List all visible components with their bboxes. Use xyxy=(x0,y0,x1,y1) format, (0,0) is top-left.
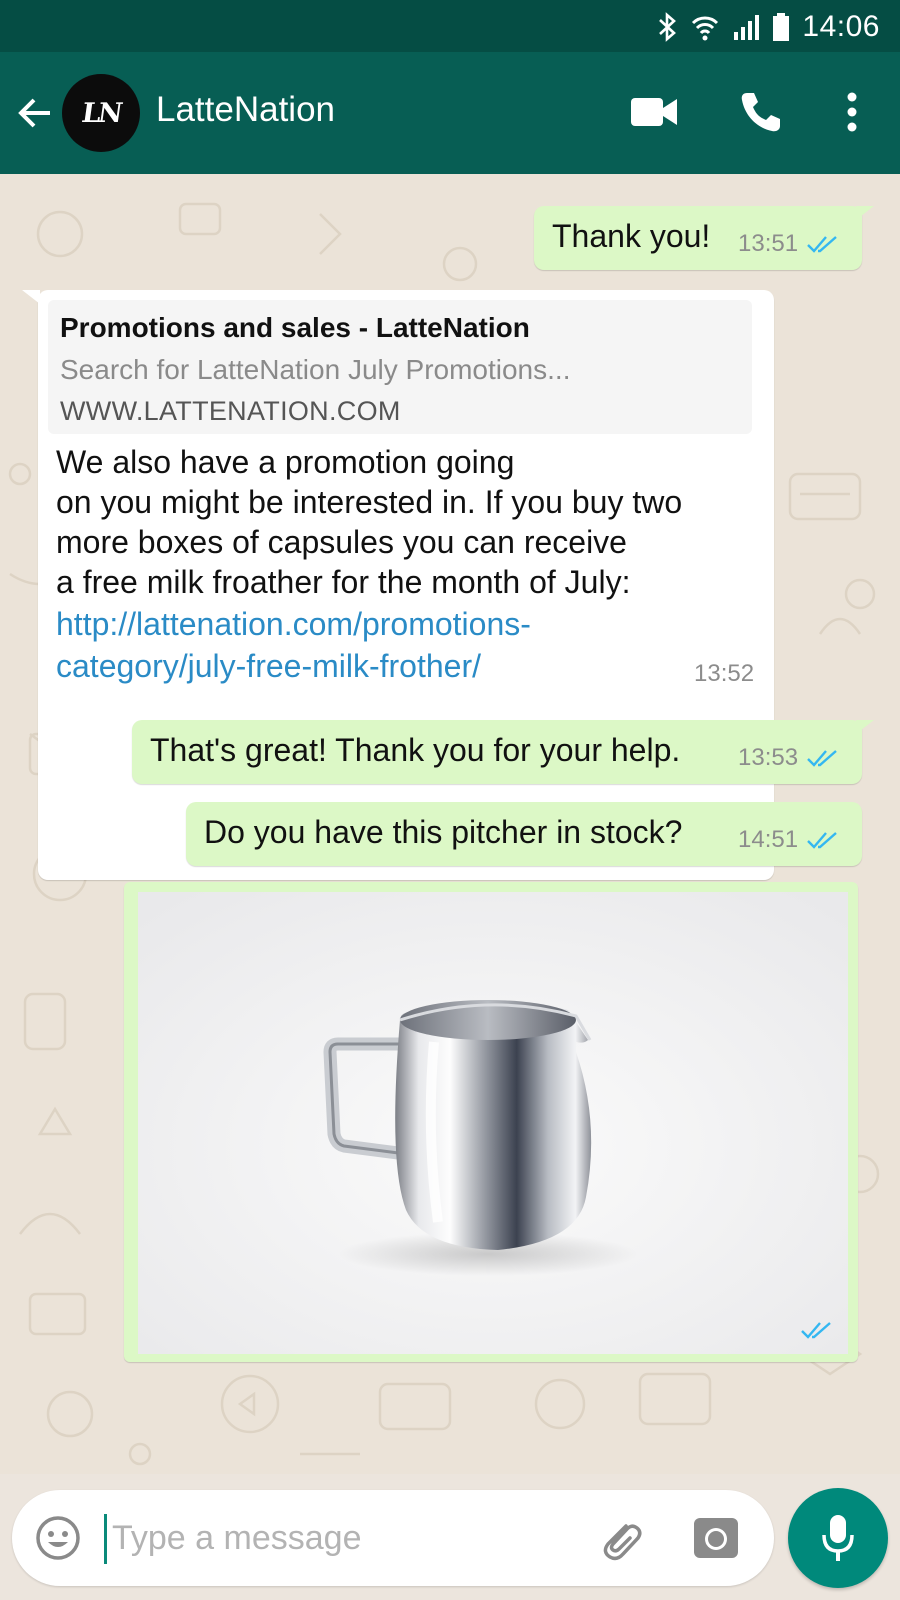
battery-icon xyxy=(773,13,790,41)
message-text-line: a free milk froather for the month of Ju… xyxy=(56,564,631,600)
avatar[interactable]: LN xyxy=(62,74,140,152)
milk-pitcher-image xyxy=(138,892,848,1354)
message-time: 13:53 xyxy=(738,744,799,771)
message-text: That's great! Thank you for your help. xyxy=(150,732,681,768)
message-text-line: more boxes of capsules you can receive xyxy=(56,524,627,560)
outgoing-message[interactable]: Do you have this pitcher in stock? 14:51 xyxy=(186,802,862,866)
text-caret xyxy=(104,1514,107,1564)
link-preview[interactable]: Promotions and sales - LatteNation Searc… xyxy=(48,300,752,434)
message-time: 14:51 xyxy=(738,826,799,853)
emoji-icon[interactable] xyxy=(34,1514,82,1562)
status-bar: 14:06 xyxy=(0,0,900,52)
contact-name[interactable]: LatteNation xyxy=(156,90,335,130)
message-time: 13:52 xyxy=(694,660,755,687)
message-text: Thank you! xyxy=(552,218,711,254)
message-composer xyxy=(12,1490,774,1586)
message-text: Do you have this pitcher in stock? xyxy=(204,814,683,850)
read-ticks-icon xyxy=(807,832,837,849)
chat-header: LN LatteNation xyxy=(0,52,900,174)
more-options-icon xyxy=(847,92,857,132)
bubble-tail xyxy=(856,720,874,734)
link-preview-domain: WWW.LATTENATION.COM xyxy=(60,396,401,426)
message-meta: 13:51 xyxy=(738,230,840,258)
message-meta: 13:53 xyxy=(738,744,840,772)
message-time: 13:51 xyxy=(738,230,799,257)
message-link[interactable]: http://lattenation.com/promotions- xyxy=(56,606,531,643)
bubble-tail xyxy=(22,290,40,304)
more-options-button[interactable] xyxy=(822,82,882,142)
conversation[interactable]: Thank you! 13:51 Promotions and sales - … xyxy=(0,174,900,1474)
message-meta: 13:52 xyxy=(694,660,754,688)
video-call-button[interactable] xyxy=(624,82,684,142)
voice-call-button[interactable] xyxy=(730,82,790,142)
wifi-icon xyxy=(692,16,719,41)
message-text-line: on you might be interested in. If you bu… xyxy=(56,484,683,520)
bluetooth-icon xyxy=(659,12,677,42)
outgoing-message[interactable]: Thank you! 13:51 xyxy=(534,206,862,270)
link-preview-title: Promotions and sales - LatteNation xyxy=(60,312,530,343)
pitcher-photo[interactable] xyxy=(138,892,848,1354)
status-time: 14:06 xyxy=(802,10,880,43)
link-preview-description: Search for LatteNation July Promotions..… xyxy=(60,354,571,385)
mic-button[interactable] xyxy=(788,1488,888,1588)
incoming-message[interactable]: Promotions and sales - LatteNation Searc… xyxy=(38,290,774,880)
video-call-icon xyxy=(631,98,677,126)
attach-icon[interactable] xyxy=(596,1514,646,1564)
bubble-tail xyxy=(856,206,874,220)
message-text-line: We also have a promotion going xyxy=(56,444,515,480)
voice-call-icon xyxy=(741,93,780,132)
read-ticks-icon xyxy=(807,236,837,253)
camera-icon[interactable] xyxy=(692,1514,740,1562)
message-meta: 14:51 xyxy=(738,826,840,854)
back-arrow-icon[interactable] xyxy=(14,92,56,134)
read-ticks-icon xyxy=(807,750,837,767)
signal-icon xyxy=(734,15,760,40)
message-link[interactable]: category/july-free-milk-frother/ xyxy=(56,648,481,685)
avatar-monogram: LN xyxy=(79,97,123,129)
message-input[interactable] xyxy=(112,1510,582,1566)
mic-icon xyxy=(822,1515,854,1561)
read-ticks-icon xyxy=(801,1322,831,1339)
outgoing-message[interactable]: That's great! Thank you for your help. 1… xyxy=(132,720,862,784)
